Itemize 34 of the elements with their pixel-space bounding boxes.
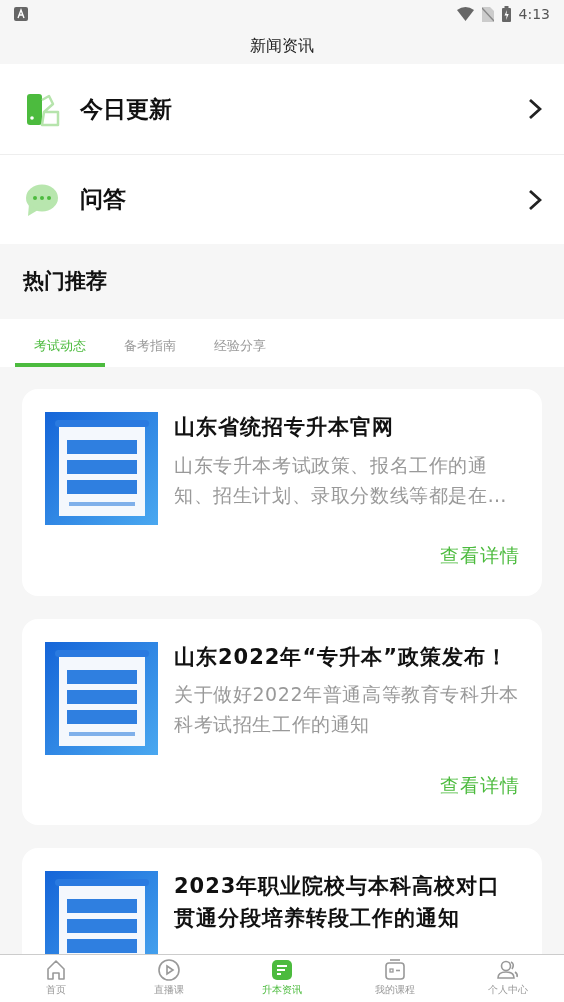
update-icon (24, 91, 60, 127)
status-time: 4:13 (518, 4, 550, 24)
user-icon (495, 958, 520, 982)
article-title: 2023年职业院校与本科高校对口贯通分段培养转段工作的通知 (174, 873, 502, 932)
article-summary: 关于做好2022年普通高等教育专科升本科考试招生工作的通知 (174, 682, 520, 738)
article-card[interactable]: 2023年职业院校与本科高校对口贯通分段培养转段工作的通知 (22, 848, 542, 954)
battery-icon (501, 6, 511, 22)
article-card[interactable]: 山东2022年“专升本”政策发布！ 关于做好2022年普通高等教育专科升本科考试招生工作的通知 查看详情 (22, 618, 542, 825)
nav-tab[interactable]: 直播课 (112, 955, 226, 1002)
page-title: 新闻资讯 (250, 35, 314, 57)
chevron-right-icon (528, 98, 542, 120)
no-sim-icon (481, 6, 494, 22)
nav-tab[interactable]: 首页 (0, 955, 113, 1002)
wifi-icon (456, 7, 474, 21)
menu-item[interactable]: 今日更新 (0, 64, 564, 154)
article-title: 山东省统招专升本官网 (174, 414, 395, 441)
menu-item[interactable]: 问答 (0, 154, 564, 244)
tab[interactable]: 经验分享 (195, 325, 285, 367)
nav-tab[interactable]: 个人中心 (451, 955, 564, 1002)
section-title: 热门推荐 (23, 267, 107, 295)
article-card[interactable]: 山东省统招专升本官网 山东专升本考试政策、报名工作的通知、招生计划、录取分数线等都是在… 查看详情 (22, 389, 542, 596)
course-icon (382, 958, 407, 982)
news-icon (270, 958, 294, 982)
tab[interactable]: 考试动态 (15, 325, 105, 367)
nav-tab[interactable]: 我的课程 (338, 955, 452, 1002)
chevron-right-icon (528, 188, 542, 211)
article-summary: 山东专升本考试政策、报名工作的通知、招生计划、录取分数线等都是在… (174, 452, 509, 508)
nav-tab[interactable]: 升本资讯 (225, 955, 339, 1002)
tab[interactable]: 备考指南 (105, 325, 195, 367)
article-title: 山东2022年“专升本”政策发布！ (174, 643, 510, 671)
play-icon (157, 958, 182, 982)
details-link[interactable]: 查看详情 (440, 541, 520, 570)
notification-icon (14, 7, 28, 21)
details-link[interactable]: 查看详情 (440, 770, 520, 799)
